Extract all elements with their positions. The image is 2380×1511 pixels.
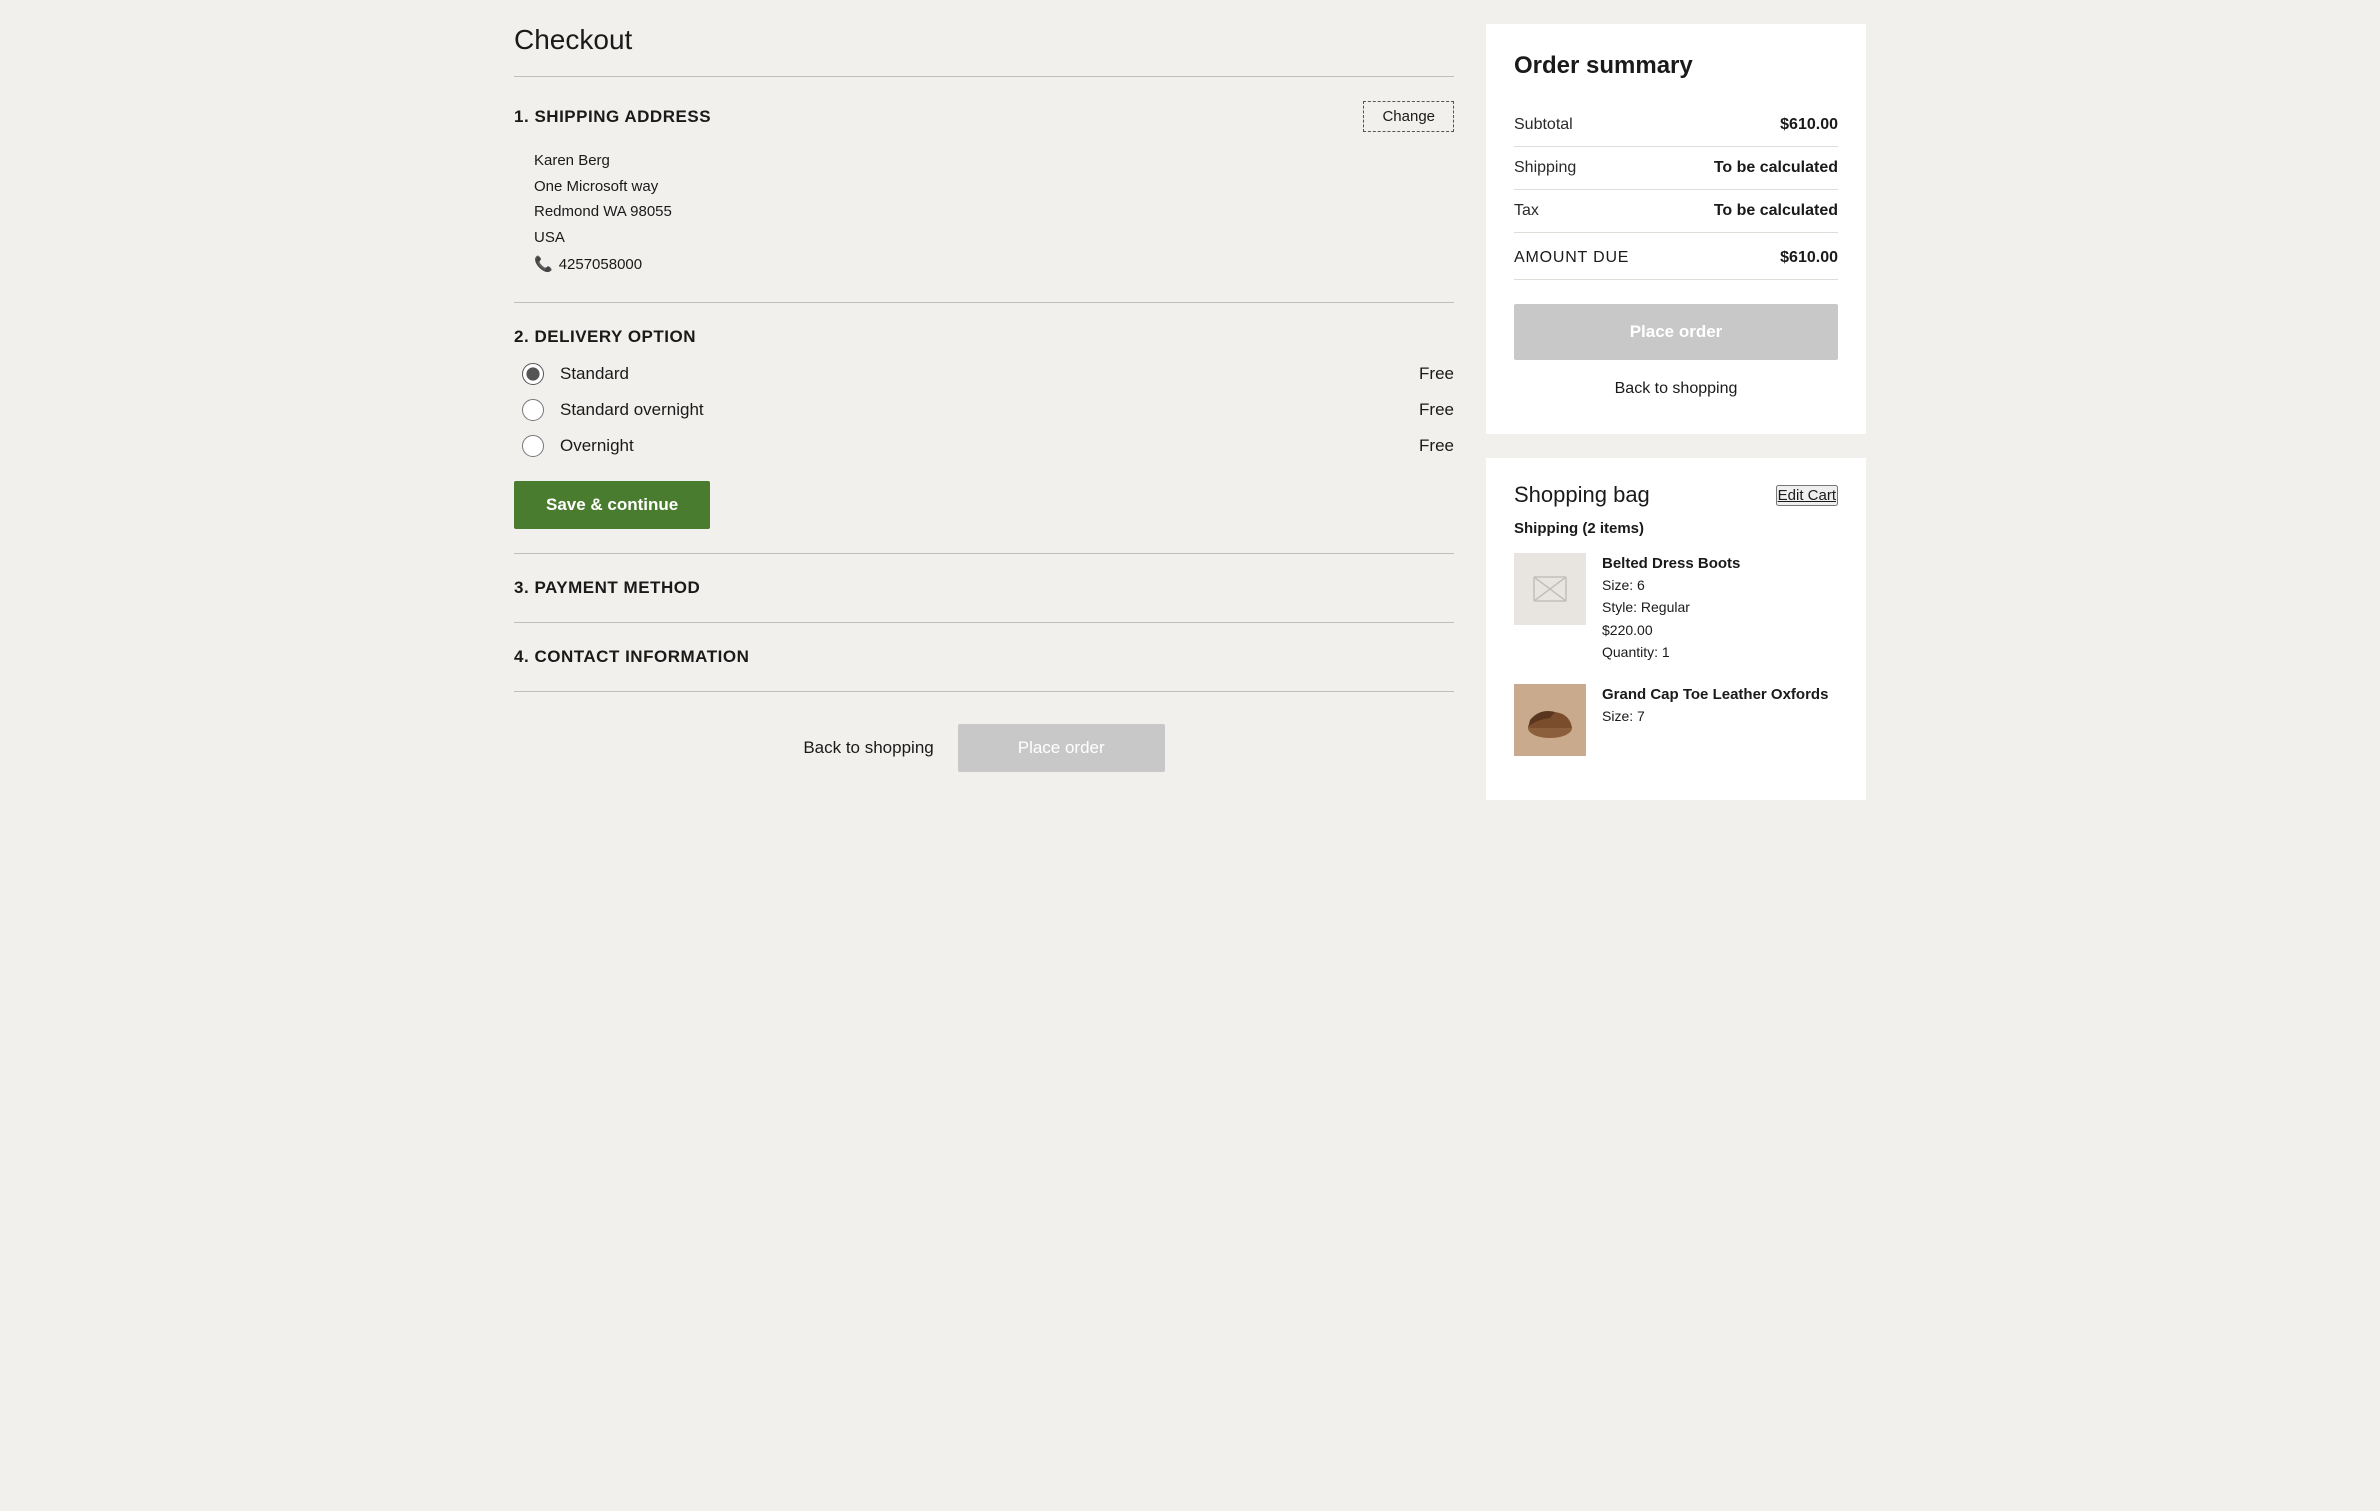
payment-method-section: 3. PAYMENT METHOD <box>514 554 1454 623</box>
shopping-bag-header: Shopping bag Edit Cart <box>1514 482 1838 508</box>
delivery-option-header: 2. DELIVERY OPTION <box>514 327 1454 347</box>
change-address-button[interactable]: Change <box>1363 101 1454 132</box>
amount-due-value: $610.00 <box>1780 249 1838 267</box>
amount-due-row: AMOUNT DUE $610.00 <box>1514 233 1838 280</box>
bag-item-1-style: Style: Regular <box>1602 596 1740 618</box>
back-to-shopping-button-bottom[interactable]: Back to shopping <box>803 738 933 758</box>
tax-label: Tax <box>1514 202 1539 220</box>
bag-item-1-details: Belted Dress Boots Size: 6 Style: Regula… <box>1602 553 1740 664</box>
bag-item-2-size: Size: 7 <box>1602 705 1828 727</box>
sidebar: Order summary Subtotal $610.00 Shipping … <box>1486 24 1866 800</box>
delivery-label-overnight[interactable]: Overnight <box>560 436 1403 456</box>
delivery-option-standard: Standard Free <box>522 363 1454 385</box>
delivery-option-title: 2. DELIVERY OPTION <box>514 327 696 347</box>
delivery-option-section: 2. DELIVERY OPTION Standard Free Standar… <box>514 303 1454 554</box>
shipping-value: To be calculated <box>1714 159 1838 177</box>
contact-information-section: 4. CONTACT INFORMATION <box>514 623 1454 692</box>
place-order-sidebar-button[interactable]: Place order <box>1514 304 1838 360</box>
bag-item-1-price: $220.00 <box>1602 619 1740 641</box>
bag-item-1: Belted Dress Boots Size: 6 Style: Regula… <box>1514 553 1838 664</box>
delivery-price-overnight: Free <box>1419 436 1454 456</box>
shipping-address-section: 1. SHIPPING ADDRESS Change Karen Berg On… <box>514 77 1454 303</box>
delivery-radio-standard-overnight[interactable] <box>522 399 544 421</box>
address-country: USA <box>534 225 1454 251</box>
delivery-label-standard[interactable]: Standard <box>560 364 1403 384</box>
bag-item-1-size: Size: 6 <box>1602 574 1740 596</box>
save-continue-button[interactable]: Save & continue <box>514 481 710 529</box>
delivery-option-overnight: Overnight Free <box>522 435 1454 457</box>
bag-item-1-quantity: Quantity: 1 <box>1602 641 1740 663</box>
shopping-bag-title: Shopping bag <box>1514 482 1650 508</box>
contact-information-title: 4. CONTACT INFORMATION <box>514 647 749 666</box>
shipping-address-header: 1. SHIPPING ADDRESS Change <box>514 101 1454 132</box>
address-block: Karen Berg One Microsoft way Redmond WA … <box>514 148 1454 278</box>
shipping-row: Shipping To be calculated <box>1514 147 1838 190</box>
tax-row: Tax To be calculated <box>1514 190 1838 233</box>
bag-item-1-image <box>1514 553 1586 625</box>
bag-item-2-image <box>1514 684 1586 756</box>
edit-cart-button[interactable]: Edit Cart <box>1776 485 1838 506</box>
phone-number: 4257058000 <box>559 252 642 278</box>
page-title: Checkout <box>514 24 1454 56</box>
order-summary-title: Order summary <box>1514 52 1838 80</box>
phone-icon: 📞 <box>534 252 553 278</box>
delivery-label-standard-overnight[interactable]: Standard overnight <box>560 400 1403 420</box>
delivery-price-standard-overnight: Free <box>1419 400 1454 420</box>
bag-item-1-name: Belted Dress Boots <box>1602 553 1740 574</box>
shipping-label: Shipping <box>1514 159 1576 177</box>
delivery-option-standard-overnight: Standard overnight Free <box>522 399 1454 421</box>
bag-item-2: Grand Cap Toe Leather Oxfords Size: 7 <box>1514 684 1838 756</box>
back-to-shopping-sidebar-button[interactable]: Back to shopping <box>1514 372 1838 406</box>
subtotal-label: Subtotal <box>1514 116 1573 134</box>
address-phone: 📞 4257058000 <box>534 252 1454 278</box>
main-content: Checkout 1. SHIPPING ADDRESS Change Kare… <box>514 24 1454 804</box>
place-order-button-bottom[interactable]: Place order <box>958 724 1165 772</box>
delivery-radio-standard[interactable] <box>522 363 544 385</box>
bag-item-2-name: Grand Cap Toe Leather Oxfords <box>1602 684 1828 705</box>
tax-value: To be calculated <box>1714 202 1838 220</box>
order-summary-card: Order summary Subtotal $610.00 Shipping … <box>1486 24 1866 434</box>
subtotal-value: $610.00 <box>1780 116 1838 134</box>
subtotal-row: Subtotal $610.00 <box>1514 104 1838 147</box>
address-line1: One Microsoft way <box>534 174 1454 200</box>
delivery-radio-overnight[interactable] <box>522 435 544 457</box>
delivery-options-list: Standard Free Standard overnight Free Ov… <box>514 363 1454 457</box>
payment-method-title: 3. PAYMENT METHOD <box>514 578 700 597</box>
address-line2: Redmond WA 98055 <box>534 199 1454 225</box>
bag-item-2-details: Grand Cap Toe Leather Oxfords Size: 7 <box>1602 684 1828 727</box>
shopping-bag-card: Shopping bag Edit Cart Shipping (2 items… <box>1486 458 1866 800</box>
shipping-items-label: Shipping (2 items) <box>1514 520 1838 537</box>
shipping-address-title: 1. SHIPPING ADDRESS <box>514 107 711 127</box>
address-name: Karen Berg <box>534 148 1454 174</box>
amount-due-label: AMOUNT DUE <box>1514 249 1629 267</box>
delivery-price-standard: Free <box>1419 364 1454 384</box>
bottom-actions: Back to shopping Place order <box>514 692 1454 804</box>
